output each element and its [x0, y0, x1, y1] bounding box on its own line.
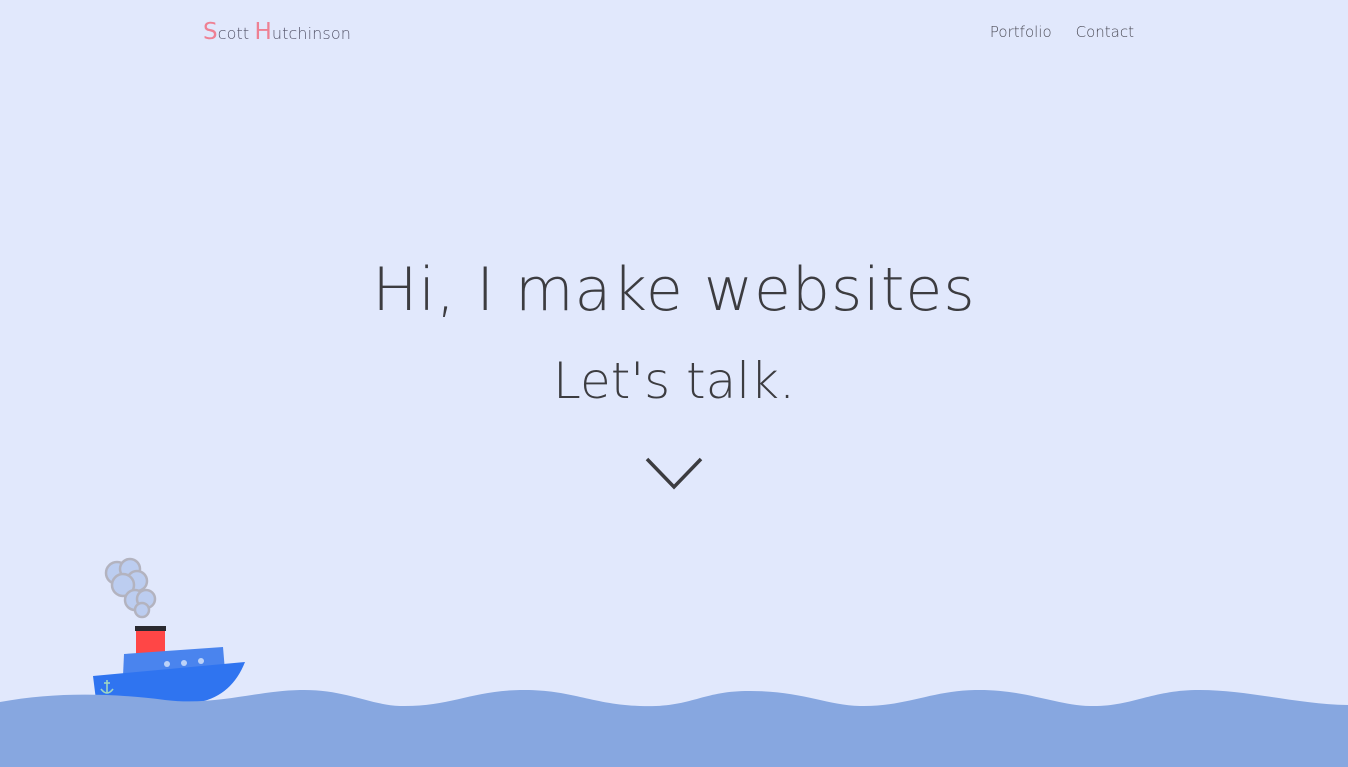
nav-link-contact[interactable]: Contact — [1076, 23, 1134, 41]
logo-last-rest: utchinson — [271, 24, 351, 43]
nav-link-portfolio[interactable]: Portfolio — [990, 23, 1052, 41]
logo-first-initial: S — [203, 19, 218, 45]
waves-illustration — [0, 689, 1348, 767]
smoke-icon — [104, 557, 157, 619]
main-nav: Portfolio Contact — [990, 23, 1134, 41]
hero-subtitle: Let's talk. — [552, 352, 796, 410]
page: Scott Hutchinson Portfolio Contact Hi, I… — [0, 0, 1348, 767]
chevron-down-icon[interactable] — [645, 456, 703, 492]
logo-first-rest: cott — [217, 24, 250, 43]
hero-title: Hi, I make websites — [372, 255, 976, 325]
logo-last-initial: H — [254, 19, 272, 45]
logo-link[interactable]: Scott Hutchinson — [203, 19, 351, 45]
